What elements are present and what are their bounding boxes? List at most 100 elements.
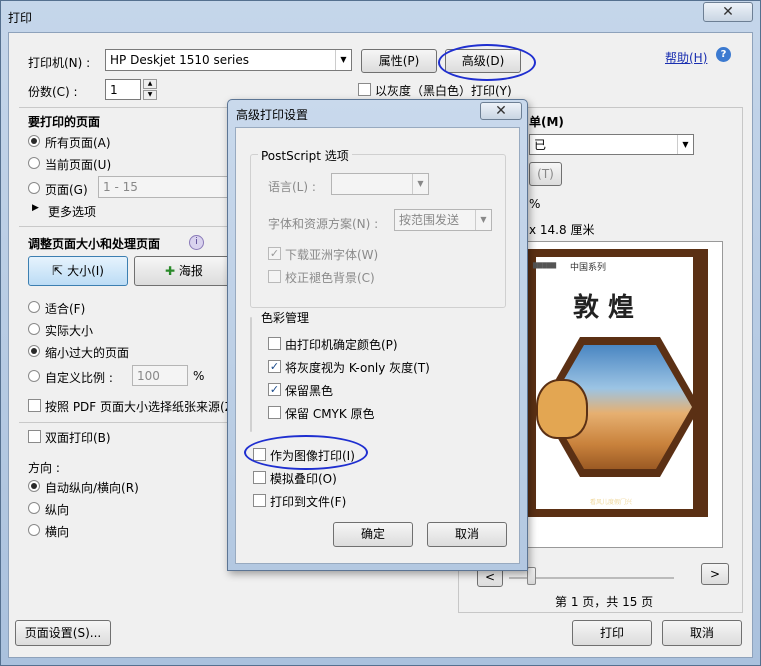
auto-orientation-radio[interactable] bbox=[28, 480, 40, 492]
help-icon[interactable]: ? bbox=[716, 47, 731, 62]
sizing-heading: 调整页面大小和处理页面 bbox=[28, 237, 161, 251]
current-page-label: 当前页面(U) bbox=[45, 158, 112, 172]
divider bbox=[19, 422, 229, 423]
all-pages-radio[interactable] bbox=[28, 135, 40, 147]
cover-ant-logo bbox=[536, 379, 588, 439]
landscape-radio[interactable] bbox=[28, 524, 40, 536]
cover-series: 中国系列 bbox=[570, 263, 607, 273]
page-info: 第 1 页，共 15 页 bbox=[555, 595, 654, 609]
download-asian-fonts-checkbox[interactable]: ✓ bbox=[268, 247, 281, 260]
printer-select[interactable]: HP Deskjet 1510 series ▼ bbox=[105, 49, 352, 71]
font-scheme-label: 字体和资源方案(N) : bbox=[268, 217, 379, 231]
size-button-label: 大小(I) bbox=[67, 264, 104, 278]
current-page-radio[interactable] bbox=[28, 157, 40, 169]
info-icon[interactable]: i bbox=[189, 235, 204, 250]
scale-label: % bbox=[529, 197, 541, 211]
shrink-radio[interactable] bbox=[28, 345, 40, 357]
postscript-heading: PostScript 选项 bbox=[258, 147, 352, 164]
cover-footer: 看风儿度假门兴 bbox=[590, 499, 633, 506]
size-icon: ⇱ bbox=[52, 264, 68, 279]
keep-cmyk-checkbox[interactable] bbox=[268, 406, 281, 419]
keep-black-checkbox[interactable]: ✓ bbox=[268, 383, 281, 396]
color-management-heading: 色彩管理 bbox=[258, 309, 313, 326]
comments-select[interactable]: 已 ▼ bbox=[529, 134, 694, 155]
advanced-ok-button[interactable]: 确定 bbox=[333, 522, 413, 547]
printer-label: 打印机(N) : bbox=[28, 56, 91, 70]
language-label: 语言(L) : bbox=[268, 180, 316, 194]
custom-scale-input[interactable]: 100 bbox=[132, 365, 188, 386]
grayscale-checkbox[interactable] bbox=[358, 83, 371, 96]
comments-heading: 单(M) bbox=[529, 115, 564, 129]
fit-radio[interactable] bbox=[28, 301, 40, 313]
duplex-checkbox[interactable] bbox=[28, 430, 41, 443]
portrait-radio[interactable] bbox=[28, 502, 40, 514]
language-select[interactable]: ▼ bbox=[331, 173, 429, 195]
print-to-file-checkbox[interactable] bbox=[253, 494, 266, 507]
cancel-button[interactable]: 取消 bbox=[662, 620, 742, 646]
page-range-value: 1 - 15 bbox=[103, 180, 138, 194]
simulate-overprint-checkbox[interactable] bbox=[253, 471, 266, 484]
cover-publisher: ▇▇▇▇▇ bbox=[533, 262, 557, 269]
copies-label: 份数(C) : bbox=[28, 85, 78, 99]
printer-color-checkbox[interactable] bbox=[268, 337, 281, 350]
printer-color-label: 由打印机确定颜色(P) bbox=[285, 338, 398, 352]
custom-scale-value: 100 bbox=[137, 369, 160, 383]
correct-background-label: 校正褪色背景(C) bbox=[285, 271, 375, 285]
chevron-down-icon: ▼ bbox=[335, 50, 351, 70]
title-bar[interactable]: 打印 ✕ bbox=[0, 0, 761, 32]
print-to-file-label: 打印到文件(F) bbox=[270, 495, 347, 509]
font-scheme-value: 按范围发送 bbox=[399, 213, 460, 227]
next-page-button[interactable]: > bbox=[701, 563, 729, 585]
all-pages-label: 所有页面(A) bbox=[45, 136, 111, 150]
copies-down-icon[interactable]: ▼ bbox=[143, 90, 157, 100]
orientation-heading: 方向 : bbox=[28, 461, 60, 475]
page-setup-button[interactable]: 页面设置(S)... bbox=[15, 620, 111, 646]
correct-background-checkbox[interactable] bbox=[268, 270, 281, 283]
advanced-dialog-close-button[interactable]: ✕ bbox=[480, 102, 522, 120]
copies-input[interactable]: 1 bbox=[105, 79, 141, 100]
pages-heading: 要打印的页面 bbox=[28, 115, 101, 129]
advanced-cancel-button[interactable]: 取消 bbox=[427, 522, 507, 547]
printer-value: HP Deskjet 1510 series bbox=[110, 53, 250, 67]
font-scheme-select[interactable]: 按范围发送 ▼ bbox=[394, 209, 492, 231]
page-range-radio[interactable] bbox=[28, 182, 40, 194]
properties-button[interactable]: 属性(P) bbox=[361, 49, 437, 73]
shrink-label: 缩小过大的页面 bbox=[45, 346, 130, 360]
percent-label: % bbox=[193, 369, 205, 383]
actual-size-radio[interactable] bbox=[28, 323, 40, 335]
landscape-label: 横向 bbox=[45, 525, 70, 539]
download-asian-fonts-label: 下载亚洲字体(W) bbox=[285, 248, 379, 262]
preview-cover: ▇▇▇▇▇ 中国系列 敦 煌 看风儿度假门兴 bbox=[528, 249, 708, 517]
copies-up-icon[interactable]: ▲ bbox=[143, 79, 157, 89]
page-range-input[interactable]: 1 - 15 bbox=[98, 176, 233, 198]
expand-arrow-icon[interactable]: ▶ bbox=[32, 203, 39, 213]
grayscale-label: 以灰度（黑白色）打印(Y) bbox=[375, 84, 512, 98]
fit-label: 适合(F) bbox=[45, 302, 86, 316]
more-options-link[interactable]: 更多选项 bbox=[48, 203, 96, 220]
comments-value: 已 bbox=[534, 138, 547, 152]
custom-scale-radio[interactable] bbox=[28, 370, 40, 382]
color-management-group bbox=[250, 317, 252, 432]
help-link[interactable]: 帮助(H) bbox=[665, 49, 707, 66]
duplex-label: 双面打印(B) bbox=[45, 431, 111, 445]
print-button[interactable]: 打印 bbox=[572, 620, 652, 646]
annotation-circle-advanced bbox=[438, 44, 536, 81]
chevron-down-icon: ▼ bbox=[412, 174, 428, 194]
window-title: 打印 bbox=[8, 11, 33, 25]
gray-konly-checkbox[interactable]: ✓ bbox=[268, 360, 281, 373]
size-button[interactable]: ⇱ 大小(I) bbox=[28, 256, 128, 286]
divider bbox=[19, 226, 229, 227]
actual-size-label: 实际大小 bbox=[45, 324, 94, 338]
gray-konly-label: 将灰度视为 K-only 灰度(T) bbox=[285, 361, 430, 375]
keep-cmyk-label: 保留 CMYK 原色 bbox=[285, 407, 375, 421]
pdf-source-checkbox[interactable] bbox=[28, 399, 41, 412]
portrait-label: 纵向 bbox=[45, 503, 70, 517]
poster-button[interactable]: ✚ 海报 bbox=[134, 256, 234, 286]
copies-value: 1 bbox=[110, 83, 118, 97]
advanced-dialog-title: 高级打印设置 bbox=[236, 108, 309, 122]
chevron-down-icon: ▼ bbox=[475, 210, 491, 230]
summary-button[interactable]: (T) bbox=[529, 162, 562, 186]
window-close-button[interactable]: ✕ bbox=[703, 2, 753, 22]
keep-black-label: 保留黑色 bbox=[285, 384, 334, 398]
page-slider-thumb[interactable] bbox=[527, 567, 536, 585]
